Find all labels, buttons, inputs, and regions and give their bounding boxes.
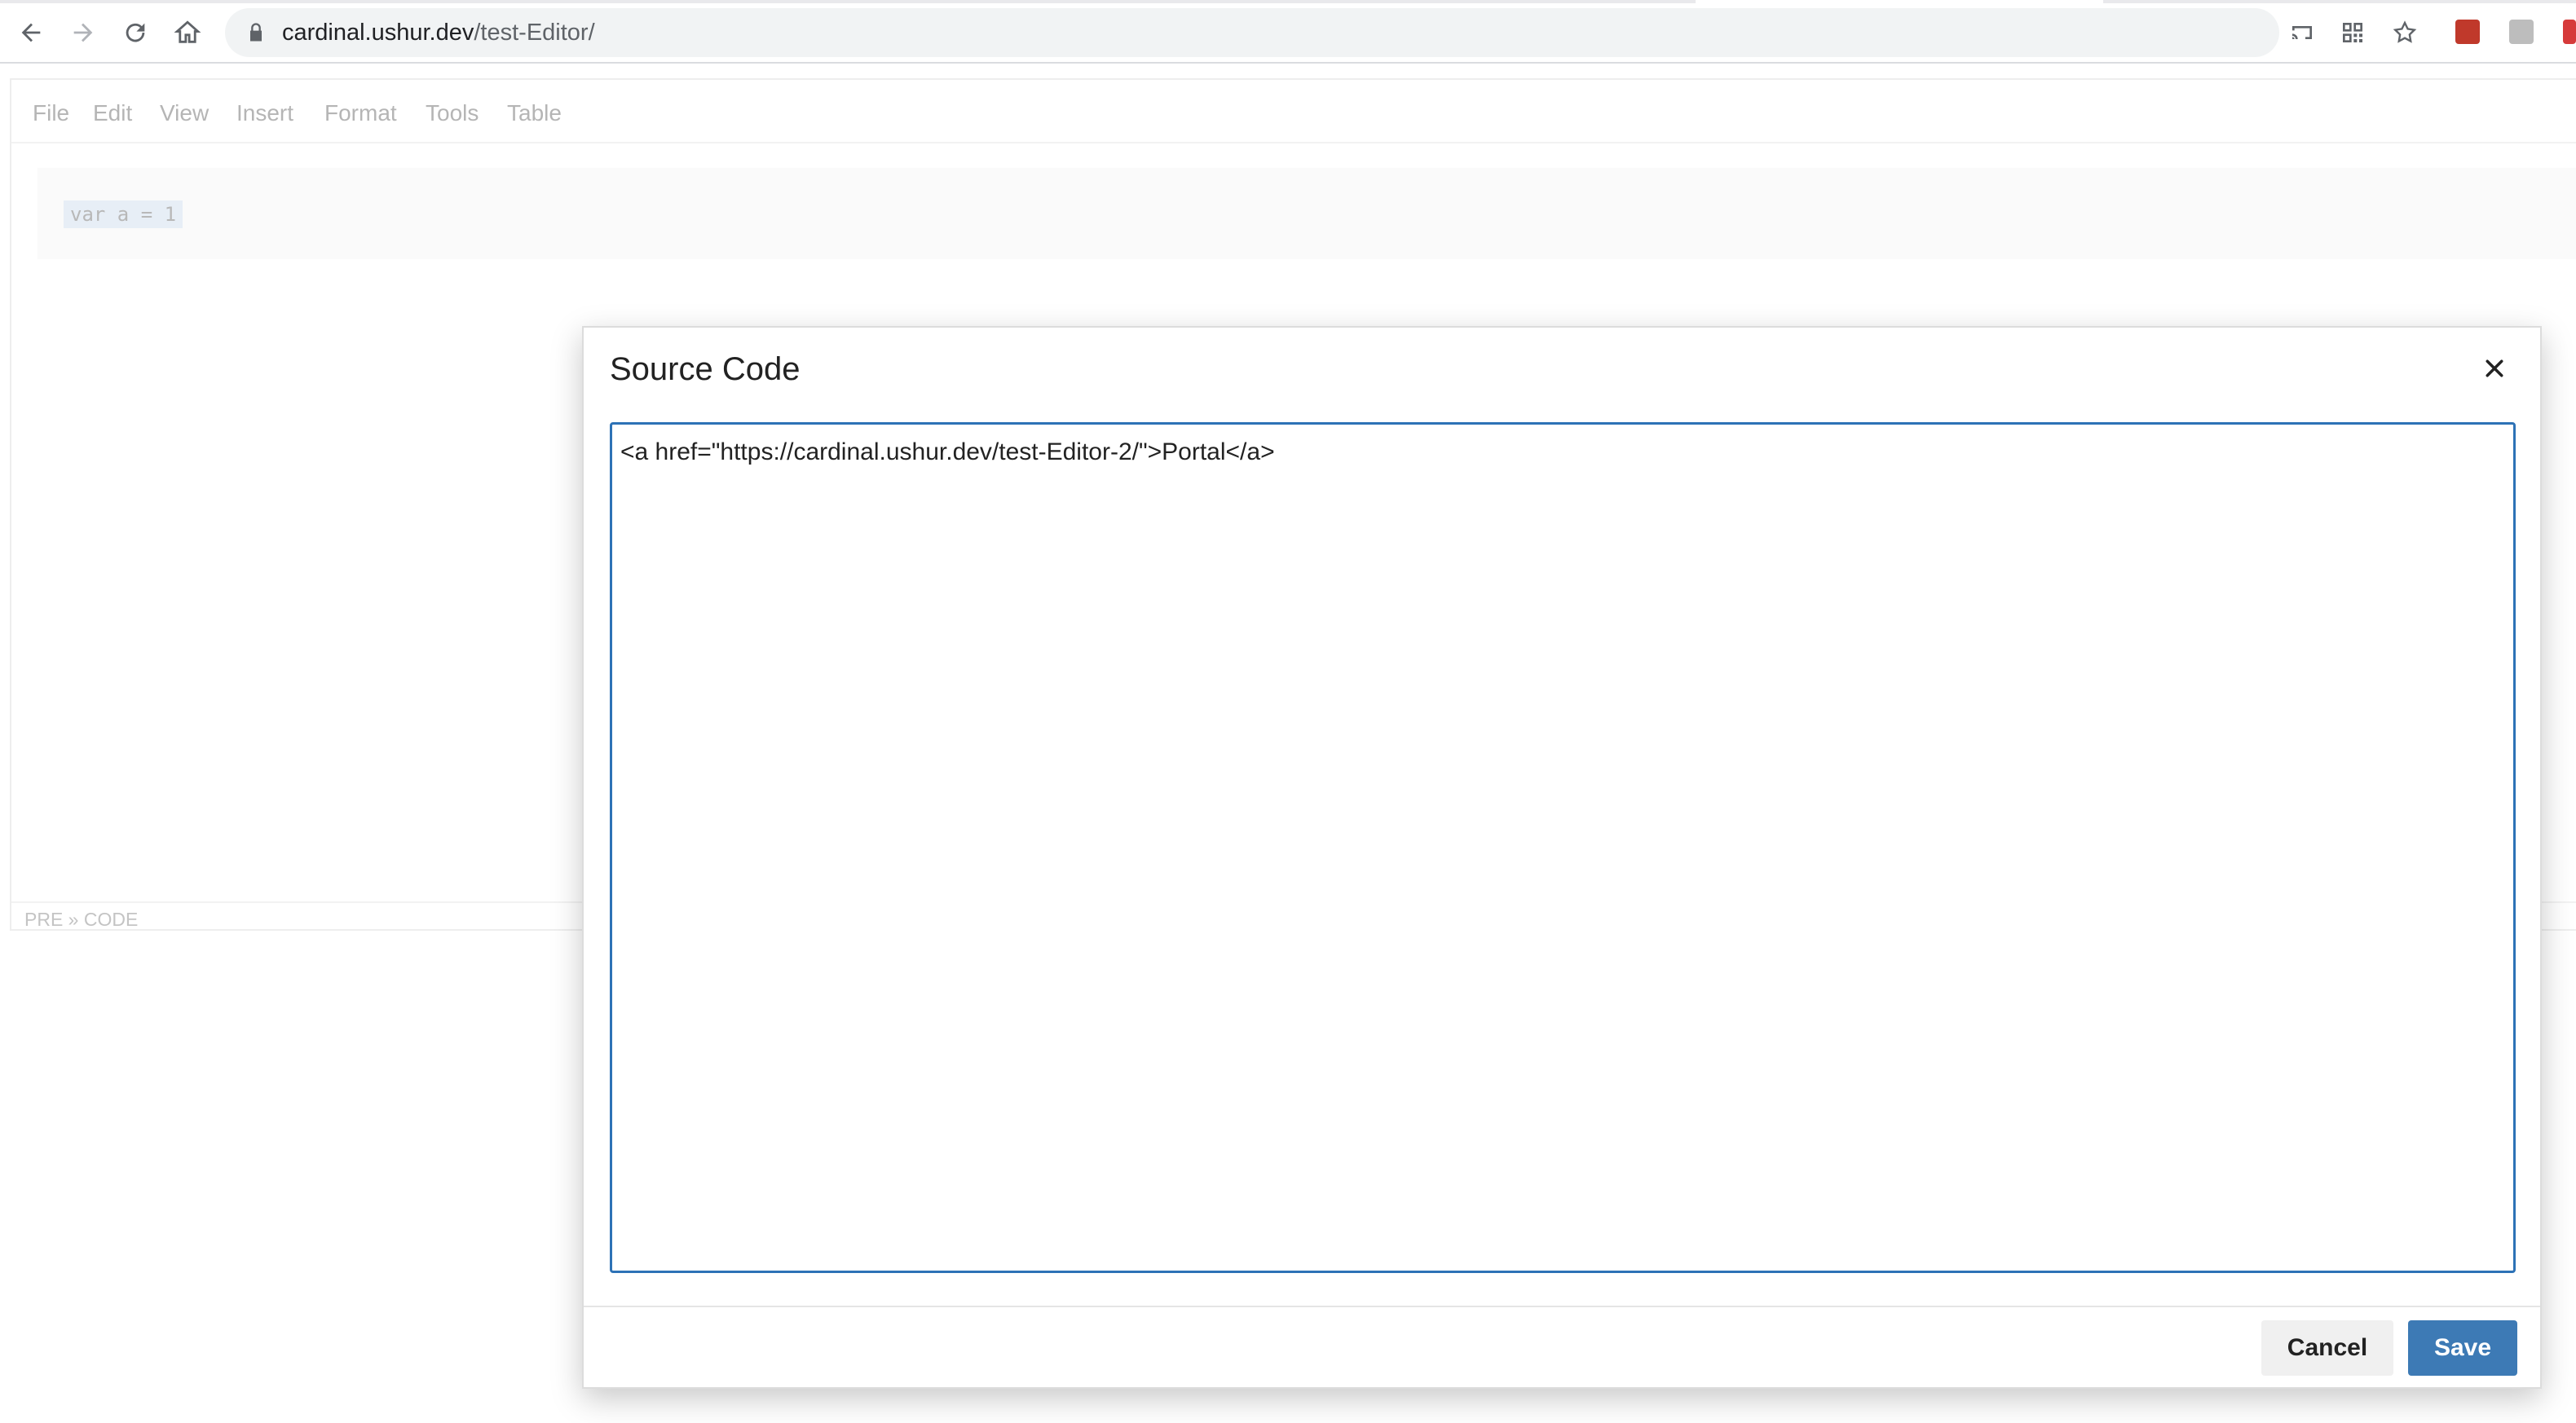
extension-icon[interactable] — [2509, 20, 2534, 44]
address-bar[interactable]: cardinal.ushur.dev/test-Editor/ — [225, 8, 2312, 57]
source-code-textarea[interactable]: <a href="https://cardinal.ushur.dev/test… — [610, 422, 2516, 1273]
back-icon[interactable] — [13, 15, 49, 51]
code-snippet[interactable]: var a = 1 — [64, 200, 183, 228]
star-icon[interactable] — [2390, 18, 2419, 47]
source-code-dialog: Source Code <a href="https://cardinal.us… — [582, 326, 2542, 1389]
element-path[interactable]: PRE » CODE — [24, 908, 138, 931]
home-icon[interactable] — [170, 15, 205, 51]
menu-edit[interactable]: Edit — [93, 99, 132, 127]
lock-icon[interactable] — [245, 21, 267, 44]
url-text[interactable]: cardinal.ushur.dev/test-Editor/ — [282, 19, 595, 46]
menu-tools[interactable]: Tools — [426, 99, 479, 127]
menu-file[interactable]: File — [33, 99, 69, 127]
bookmark-extension-icon[interactable] — [2455, 20, 2480, 44]
qr-code-icon[interactable] — [2338, 18, 2367, 47]
cast-icon[interactable] — [2287, 18, 2317, 47]
menu-format[interactable]: Format — [324, 99, 397, 127]
reload-icon[interactable] — [117, 15, 153, 51]
url-host: cardinal.ushur.dev — [282, 20, 474, 46]
menu-table[interactable]: Table — [507, 99, 562, 127]
url-path: /test-Editor/ — [474, 20, 595, 46]
dialog-title: Source Code — [610, 351, 801, 387]
code-block[interactable]: var a = 1 — [37, 168, 2576, 259]
profile-extension-icon[interactable] — [2563, 20, 2576, 44]
tab-strip — [0, 0, 2576, 3]
browser-toolbar: cardinal.ushur.dev/test-Editor/ — [0, 0, 2576, 64]
forward-icon[interactable] — [65, 15, 101, 51]
cancel-button[interactable]: Cancel — [2261, 1320, 2393, 1376]
dialog-footer: Cancel Save — [584, 1306, 2540, 1389]
menu-insert[interactable]: Insert — [236, 99, 293, 127]
close-icon[interactable] — [2478, 352, 2511, 385]
menu-view[interactable]: View — [160, 99, 209, 127]
save-button[interactable]: Save — [2408, 1320, 2517, 1376]
editor-menubar: File Edit View Insert Format Tools Table — [11, 80, 2576, 143]
